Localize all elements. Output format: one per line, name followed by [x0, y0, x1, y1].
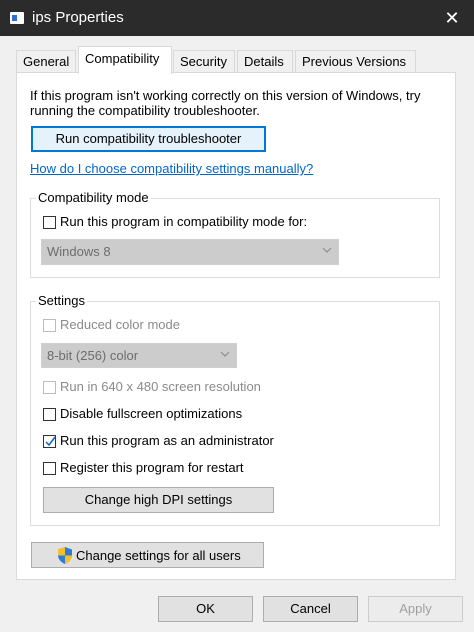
tab-general[interactable]: General: [16, 50, 76, 72]
cancel-button[interactable]: Cancel: [263, 596, 358, 622]
tab-label: Previous Versions: [302, 54, 407, 69]
uac-shield-icon: [56, 546, 74, 568]
chevron-down-icon: [322, 244, 332, 259]
chevron-down-icon: [220, 348, 230, 363]
reduced-color-checkbox[interactable]: [43, 319, 56, 332]
reduced-color-label: Reduced color mode: [60, 317, 180, 332]
register-restart-checkbox[interactable]: [43, 462, 56, 475]
run-as-admin-checkbox[interactable]: [43, 435, 56, 448]
compat-os-dropdown[interactable]: Windows 8: [41, 239, 339, 265]
tab-details[interactable]: Details: [237, 50, 293, 72]
change-dpi-button[interactable]: Change high DPI settings: [43, 487, 274, 513]
tab-label: General: [23, 54, 70, 69]
res-640-label: Run in 640 x 480 screen resolution: [60, 379, 261, 394]
color-depth-value: 8-bit (256) color: [47, 348, 139, 363]
help-link[interactable]: How do I choose compatibility settings m…: [30, 161, 313, 176]
change-all-users-button[interactable]: Change settings for all users: [31, 542, 264, 568]
disable-fullscreen-label: Disable fullscreen optimizations: [60, 406, 243, 421]
close-icon[interactable]: ✕: [430, 0, 474, 36]
run-as-admin-label: Run this program as an administrator: [60, 433, 274, 448]
tab-label: Compatibility: [85, 51, 160, 66]
compat-mode-checkbox[interactable]: [43, 216, 56, 229]
run-troubleshooter-button[interactable]: Run compatibility troubleshooter: [31, 126, 266, 152]
tab-security[interactable]: Security: [173, 50, 235, 72]
compat-mode-checkbox-label: Run this program in compatibility mode f…: [60, 214, 308, 229]
compat-mode-group: [30, 198, 440, 278]
tab-label: Security: [180, 54, 227, 69]
compat-mode-label: Compatibility mode: [36, 190, 151, 205]
compat-os-value: Windows 8: [47, 244, 111, 259]
tab-compatibility[interactable]: Compatibility: [78, 46, 172, 74]
res-640-checkbox[interactable]: [43, 381, 56, 394]
window-icon: [10, 12, 24, 24]
intro-text-line2: running the compatibility troubleshooter…: [30, 103, 260, 118]
ok-button[interactable]: OK: [158, 596, 253, 622]
tab-label: Details: [244, 54, 284, 69]
intro-text-line1: If this program isn't working correctly …: [30, 88, 421, 103]
title-bar: ips Properties ✕: [0, 0, 474, 36]
window-title: ips Properties: [32, 9, 124, 26]
disable-fullscreen-checkbox[interactable]: [43, 408, 56, 421]
checkmark-icon: [45, 436, 56, 447]
tab-previous-versions[interactable]: Previous Versions: [295, 50, 416, 72]
color-depth-dropdown[interactable]: 8-bit (256) color: [41, 343, 237, 368]
register-restart-label: Register this program for restart: [60, 460, 244, 475]
settings-label: Settings: [36, 293, 87, 308]
apply-button[interactable]: Apply: [368, 596, 463, 622]
change-all-users-label: Change settings for all users: [76, 548, 241, 563]
